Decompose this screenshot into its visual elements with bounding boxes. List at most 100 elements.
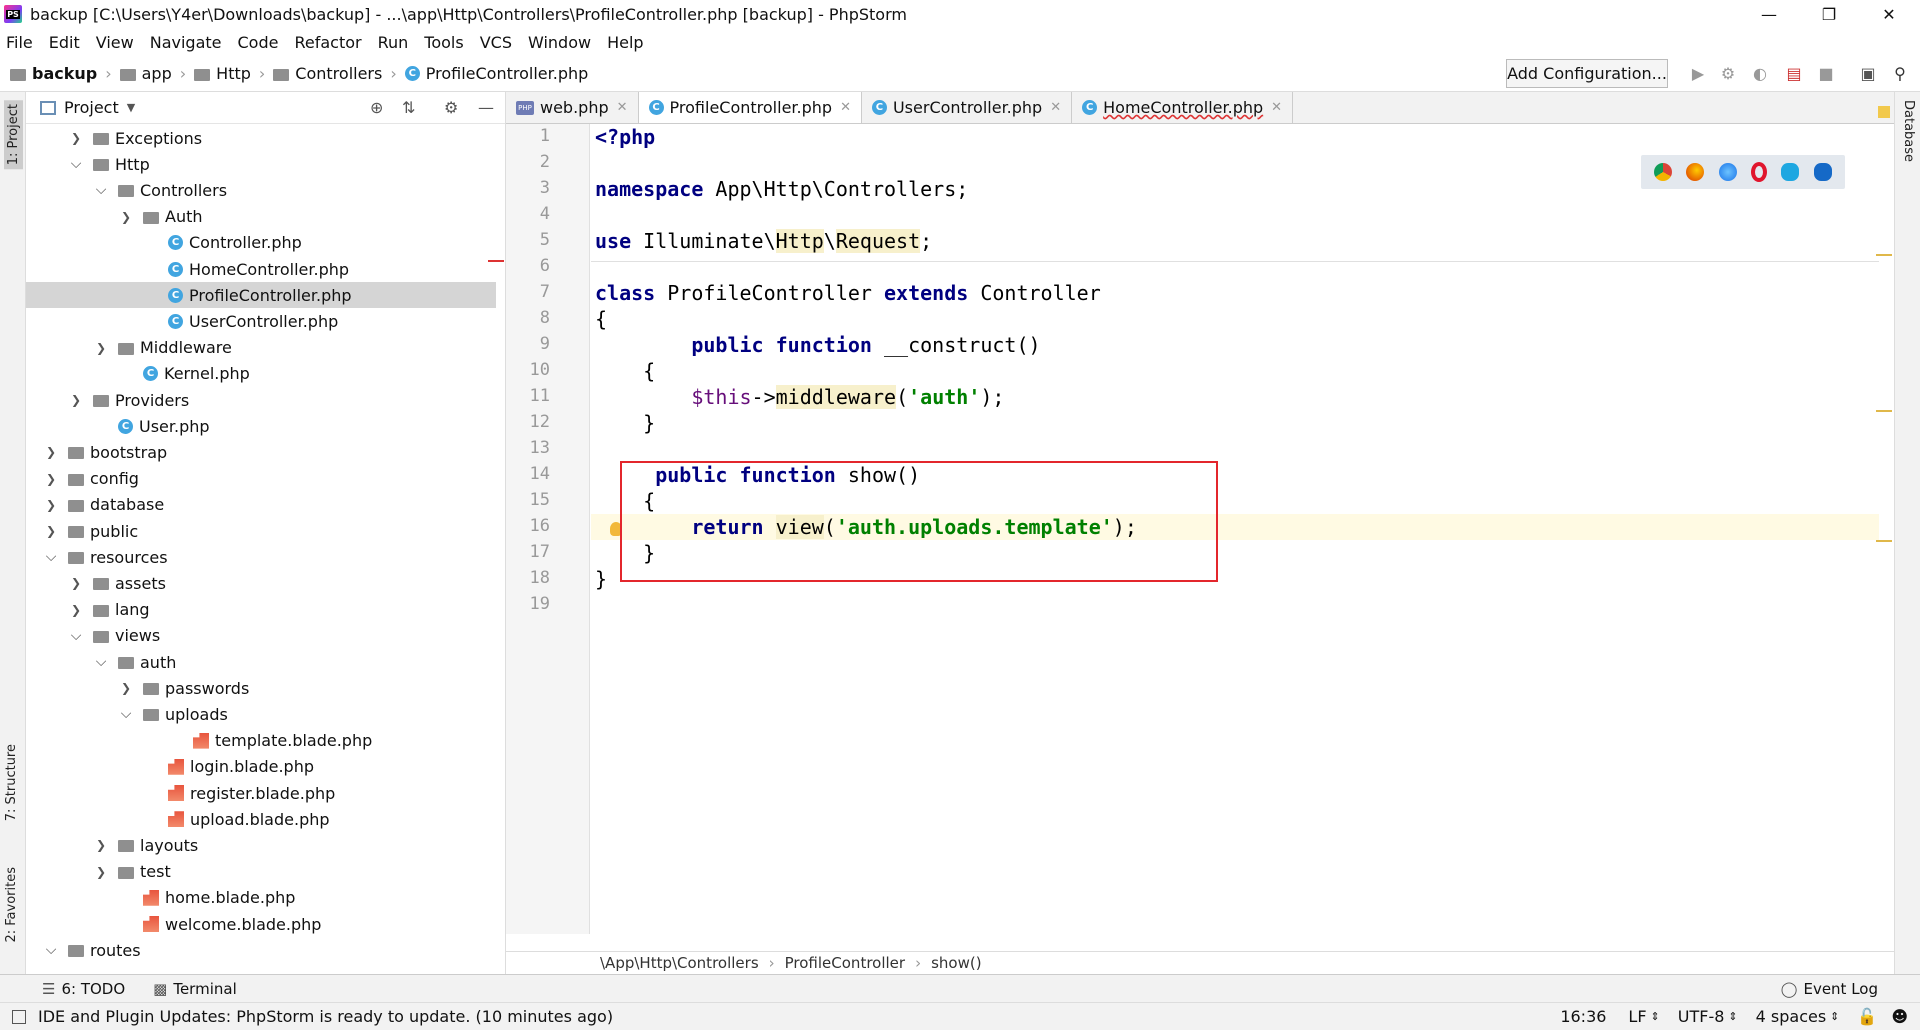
run-icon[interactable]: ▶ <box>1688 64 1708 84</box>
search-everywhere-icon[interactable]: ⚲ <box>1890 64 1910 84</box>
event-log-tool-tab[interactable]: Event Log <box>1803 980 1878 998</box>
chevron-right-icon[interactable]: ❯ <box>94 865 108 879</box>
tree-item[interactable]: ❯ layouts <box>26 832 496 858</box>
editor-breadcrumb-class[interactable]: ProfileController <box>785 954 905 972</box>
close-tab-icon[interactable]: ✕ <box>1050 100 1061 115</box>
tree-item[interactable]: C Kernel.php <box>26 361 496 387</box>
favorites-tool-tab[interactable]: 2: Favorites <box>4 867 19 943</box>
project-tool-tab[interactable]: 1: Project <box>4 100 23 170</box>
chevron-down-icon[interactable]: ⌵ <box>69 628 83 644</box>
chevron-down-icon[interactable]: ⌵ <box>44 942 58 958</box>
chevron-right-icon[interactable]: ❯ <box>94 838 108 852</box>
line-separator[interactable]: LF <box>1628 1007 1646 1026</box>
tab-homecontroller[interactable]: C HomeController.php ✕ <box>1072 92 1294 123</box>
menu-help[interactable]: Help <box>607 33 643 52</box>
tree-item[interactable]: ⌵ views <box>26 623 496 649</box>
warning-marker[interactable] <box>1876 410 1892 412</box>
menu-window[interactable]: Window <box>528 33 591 52</box>
indent-setting[interactable]: 4 spaces <box>1756 1007 1827 1026</box>
chevron-right-icon[interactable]: ❯ <box>44 472 58 486</box>
tree-item[interactable]: C HomeController.php <box>26 256 496 282</box>
breadcrumb-controllers[interactable]: Controllers <box>273 64 382 83</box>
tree-item[interactable]: ❯ bootstrap <box>26 439 496 465</box>
menu-view[interactable]: View <box>96 33 134 52</box>
chevron-down-icon[interactable]: ⌵ <box>94 182 108 198</box>
tree-item[interactable]: ❯ Providers <box>26 387 496 413</box>
editor-breadcrumb-namespace[interactable]: \App\Http\Controllers <box>600 954 759 972</box>
breadcrumb-backup[interactable]: backup <box>10 64 97 83</box>
project-panel-title[interactable]: Project <box>64 98 119 117</box>
profiler-icon[interactable]: ▤ <box>1784 64 1804 84</box>
tree-item[interactable]: upload.blade.php <box>26 806 496 832</box>
tree-item[interactable]: C UserController.php <box>26 308 496 334</box>
analysis-status-icon[interactable] <box>1878 106 1890 118</box>
tree-item[interactable]: ⌵ uploads <box>26 701 496 727</box>
structure-tool-tab[interactable]: 7: Structure <box>4 744 19 821</box>
tree-item[interactable]: template.blade.php <box>26 728 496 754</box>
internet-explorer-icon[interactable] <box>1781 163 1800 181</box>
chevron-right-icon[interactable]: ❯ <box>94 341 108 355</box>
tree-item[interactable]: C Controller.php <box>26 230 496 256</box>
stop-icon[interactable]: ■ <box>1816 64 1836 84</box>
menu-tools[interactable]: Tools <box>424 33 463 52</box>
coverage-icon[interactable]: ◐ <box>1750 64 1770 84</box>
chevron-right-icon[interactable]: ❯ <box>119 210 133 224</box>
tool-windows-toggle-icon[interactable] <box>12 1009 26 1024</box>
tree-item[interactable]: ❯ public <box>26 518 496 544</box>
database-tool-tab[interactable]: Database <box>1901 100 1916 162</box>
tree-item[interactable]: ❯ test <box>26 859 496 885</box>
close-tab-icon[interactable]: ✕ <box>840 100 851 115</box>
caret-position[interactable]: 16:36 <box>1560 1007 1606 1026</box>
tree-item[interactable]: welcome.blade.php <box>26 911 496 937</box>
inspector-icon[interactable]: ☻ <box>1891 1007 1908 1026</box>
locate-file-icon[interactable]: ⊕ <box>370 98 383 117</box>
tree-item[interactable]: home.blade.php <box>26 885 496 911</box>
status-message[interactable]: IDE and Plugin Updates: PhpStorm is read… <box>38 1007 613 1026</box>
todo-tool-tab[interactable]: 6: TODO <box>61 980 125 998</box>
lock-icon[interactable]: 🔓 <box>1857 1007 1877 1026</box>
menu-refactor[interactable]: Refactor <box>294 33 361 52</box>
chevron-right-icon[interactable]: ❯ <box>69 603 83 617</box>
tree-item[interactable]: ❯ assets <box>26 570 496 596</box>
chevron-right-icon[interactable]: ❯ <box>44 524 58 538</box>
menu-code[interactable]: Code <box>238 33 279 52</box>
tree-item[interactable]: C ProfileController.php <box>26 282 496 309</box>
breadcrumb-file[interactable]: C ProfileController.php <box>404 64 588 83</box>
tree-item[interactable]: ⌵ auth <box>26 649 496 675</box>
tree-item[interactable]: ⌵ resources <box>26 544 496 570</box>
chevron-down-icon[interactable]: ⌵ <box>44 549 58 565</box>
tree-item[interactable]: ⌵ Http <box>26 151 496 177</box>
opera-icon[interactable] <box>1751 162 1768 182</box>
close-tab-icon[interactable]: ✕ <box>617 100 628 115</box>
tree-item[interactable]: ❯ Auth <box>26 204 496 230</box>
warning-marker[interactable] <box>1876 540 1892 542</box>
tab-usercontroller[interactable]: C UserController.php ✕ <box>862 92 1073 123</box>
chevron-right-icon[interactable]: ❯ <box>44 498 58 512</box>
hide-panel-icon[interactable]: — <box>478 98 494 117</box>
tree-item[interactable]: ⌵ Controllers <box>26 177 496 203</box>
terminal-tool-tab[interactable]: Terminal <box>173 980 236 998</box>
breadcrumb-http[interactable]: Http <box>194 64 251 83</box>
tree-item[interactable]: ❯ lang <box>26 597 496 623</box>
chevron-right-icon[interactable]: ❯ <box>69 393 83 407</box>
chevron-right-icon[interactable]: ❯ <box>119 681 133 695</box>
tree-item[interactable]: ❯ passwords <box>26 675 496 701</box>
close-button[interactable]: ✕ <box>1866 0 1912 28</box>
tree-item[interactable]: ❯ Exceptions <box>26 125 496 151</box>
tree-item[interactable]: ❯ config <box>26 466 496 492</box>
chevron-down-icon[interactable]: ▼ <box>127 101 135 114</box>
chevron-right-icon[interactable]: ❯ <box>69 576 83 590</box>
tab-web-php[interactable]: PHP web.php ✕ <box>506 92 639 123</box>
chrome-icon[interactable] <box>1654 163 1673 181</box>
tab-profilecontroller[interactable]: C ProfileController.php ✕ <box>638 92 862 123</box>
chevron-down-icon[interactable]: ⌵ <box>119 706 133 722</box>
breadcrumb-app[interactable]: app <box>119 64 172 83</box>
close-tab-icon[interactable]: ✕ <box>1271 100 1282 115</box>
tree-item[interactable]: ❯ Middleware <box>26 335 496 361</box>
menu-navigate[interactable]: Navigate <box>150 33 222 52</box>
tree-item[interactable]: ❯ database <box>26 492 496 518</box>
editor-breadcrumb-method[interactable]: show() <box>931 954 981 972</box>
settings-gear-icon[interactable]: ⚙ <box>444 98 458 117</box>
tree-item[interactable]: register.blade.php <box>26 780 496 806</box>
add-configuration-button[interactable]: Add Configuration... <box>1506 59 1668 88</box>
